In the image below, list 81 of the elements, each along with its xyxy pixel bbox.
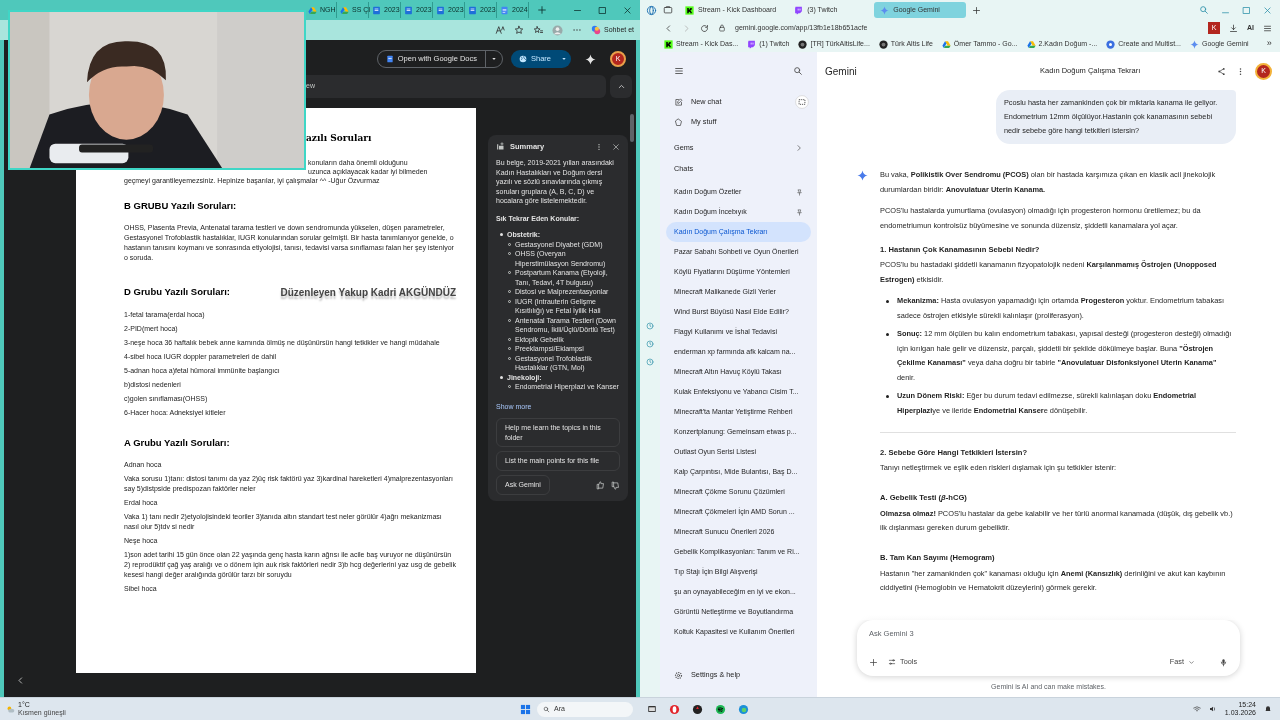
sparkle-icon: [1189, 39, 1199, 49]
gemini-sparkle-icon: [857, 170, 868, 181]
document-icon: [372, 5, 381, 15]
scrollbar-thumb[interactable]: [630, 114, 634, 142]
thumbs-down-icon[interactable]: [611, 480, 620, 490]
lock-icon: [718, 24, 726, 32]
chat-bubble-icon: [747, 39, 757, 49]
sparkle-icon: [880, 5, 890, 15]
history-icon[interactable]: [646, 358, 654, 366]
previous-icon[interactable]: [16, 676, 25, 685]
copilot-icon: [591, 25, 602, 35]
window-icon[interactable]: [647, 704, 657, 714]
sparkle-icon[interactable]: [585, 53, 596, 65]
tabs-icon[interactable]: [663, 5, 673, 15]
document-icon: [385, 55, 394, 63]
read-aloud-icon[interactable]: [495, 25, 506, 35]
document-icon: [404, 5, 413, 15]
drive-icon: [941, 39, 951, 49]
app-title: Gemini: [825, 64, 858, 79]
chevron-down-icon: [1188, 658, 1195, 666]
menu-icon[interactable]: [1263, 23, 1272, 33]
bullet-icon: [886, 395, 889, 398]
search-icon: [543, 705, 550, 713]
thumbs-up-icon[interactable]: [596, 480, 605, 490]
section-heading: B GRUBU Yazılı Soruları:: [124, 198, 237, 213]
kick-logo-icon: [664, 39, 673, 49]
add-icon[interactable]: [869, 657, 878, 667]
settings-icon: [674, 670, 683, 680]
wifi-icon[interactable]: [1192, 705, 1201, 713]
document-icon: [468, 5, 477, 15]
close-icon[interactable]: [1263, 5, 1272, 15]
close-icon[interactable]: [623, 5, 632, 15]
drive-icon: [1026, 39, 1036, 49]
maximize-icon[interactable]: [598, 5, 607, 15]
pin-icon: [796, 208, 803, 216]
history-icon[interactable]: [646, 340, 654, 348]
pin-icon: [796, 188, 803, 196]
chat-bubble-icon: [794, 5, 804, 15]
document-icon: [500, 5, 509, 15]
kick-logo-icon: [685, 5, 694, 15]
new-tab-icon[interactable]: [972, 5, 982, 15]
star-icon[interactable]: [514, 25, 525, 35]
bullet-icon: [500, 375, 503, 379]
maximize-icon[interactable]: [1242, 5, 1251, 15]
tools-icon: [888, 658, 896, 667]
menu-icon[interactable]: [674, 66, 684, 76]
edit-icon: [674, 97, 683, 107]
share-icon[interactable]: [1217, 66, 1226, 76]
weather-icon: [6, 704, 15, 714]
editor-credit: Düzenleyen Yakup Kadri AKGÜNDÜZ: [280, 285, 456, 300]
new-tab-icon[interactable]: [537, 5, 547, 15]
microphone-icon[interactable]: [1219, 657, 1228, 667]
document-title: azılı Soruları: [305, 132, 373, 145]
bullet-icon: [500, 233, 503, 237]
gem-icon: [674, 117, 683, 127]
search-icon[interactable]: [1199, 5, 1209, 15]
section-heading: D Grubu Yazılı Soruları:: [124, 285, 230, 300]
history-icon[interactable]: [646, 322, 654, 330]
start-icon[interactable]: [520, 703, 531, 715]
drive-icon: [308, 5, 317, 15]
document-icon: [436, 5, 445, 15]
chevron-up-icon[interactable]: [616, 82, 626, 91]
summary-icon: [496, 142, 505, 152]
close-icon[interactable]: [612, 142, 620, 151]
more-bookmarks-button[interactable]: »: [1266, 37, 1272, 51]
notification-icon[interactable]: [1264, 705, 1272, 713]
circle-icon: [1106, 39, 1116, 49]
chevron-right-icon: [795, 144, 803, 152]
bullet-icon: [886, 300, 889, 303]
favorites-icon[interactable]: [533, 25, 544, 35]
reload-icon[interactable]: [700, 23, 709, 33]
speaker-icon[interactable]: [1208, 705, 1217, 713]
bullet-icon: [886, 333, 889, 336]
music-icon[interactable]: [715, 703, 726, 715]
download-icon[interactable]: [1229, 23, 1238, 33]
sidebar-toggle-icon[interactable]: [795, 95, 809, 109]
browser-logo-icon[interactable]: [646, 4, 657, 16]
section-heading: A Grubu Yazılı Soruları:: [124, 435, 230, 450]
search-icon[interactable]: [793, 66, 803, 76]
drive-icon: [340, 5, 349, 15]
more-icon[interactable]: [595, 142, 603, 151]
